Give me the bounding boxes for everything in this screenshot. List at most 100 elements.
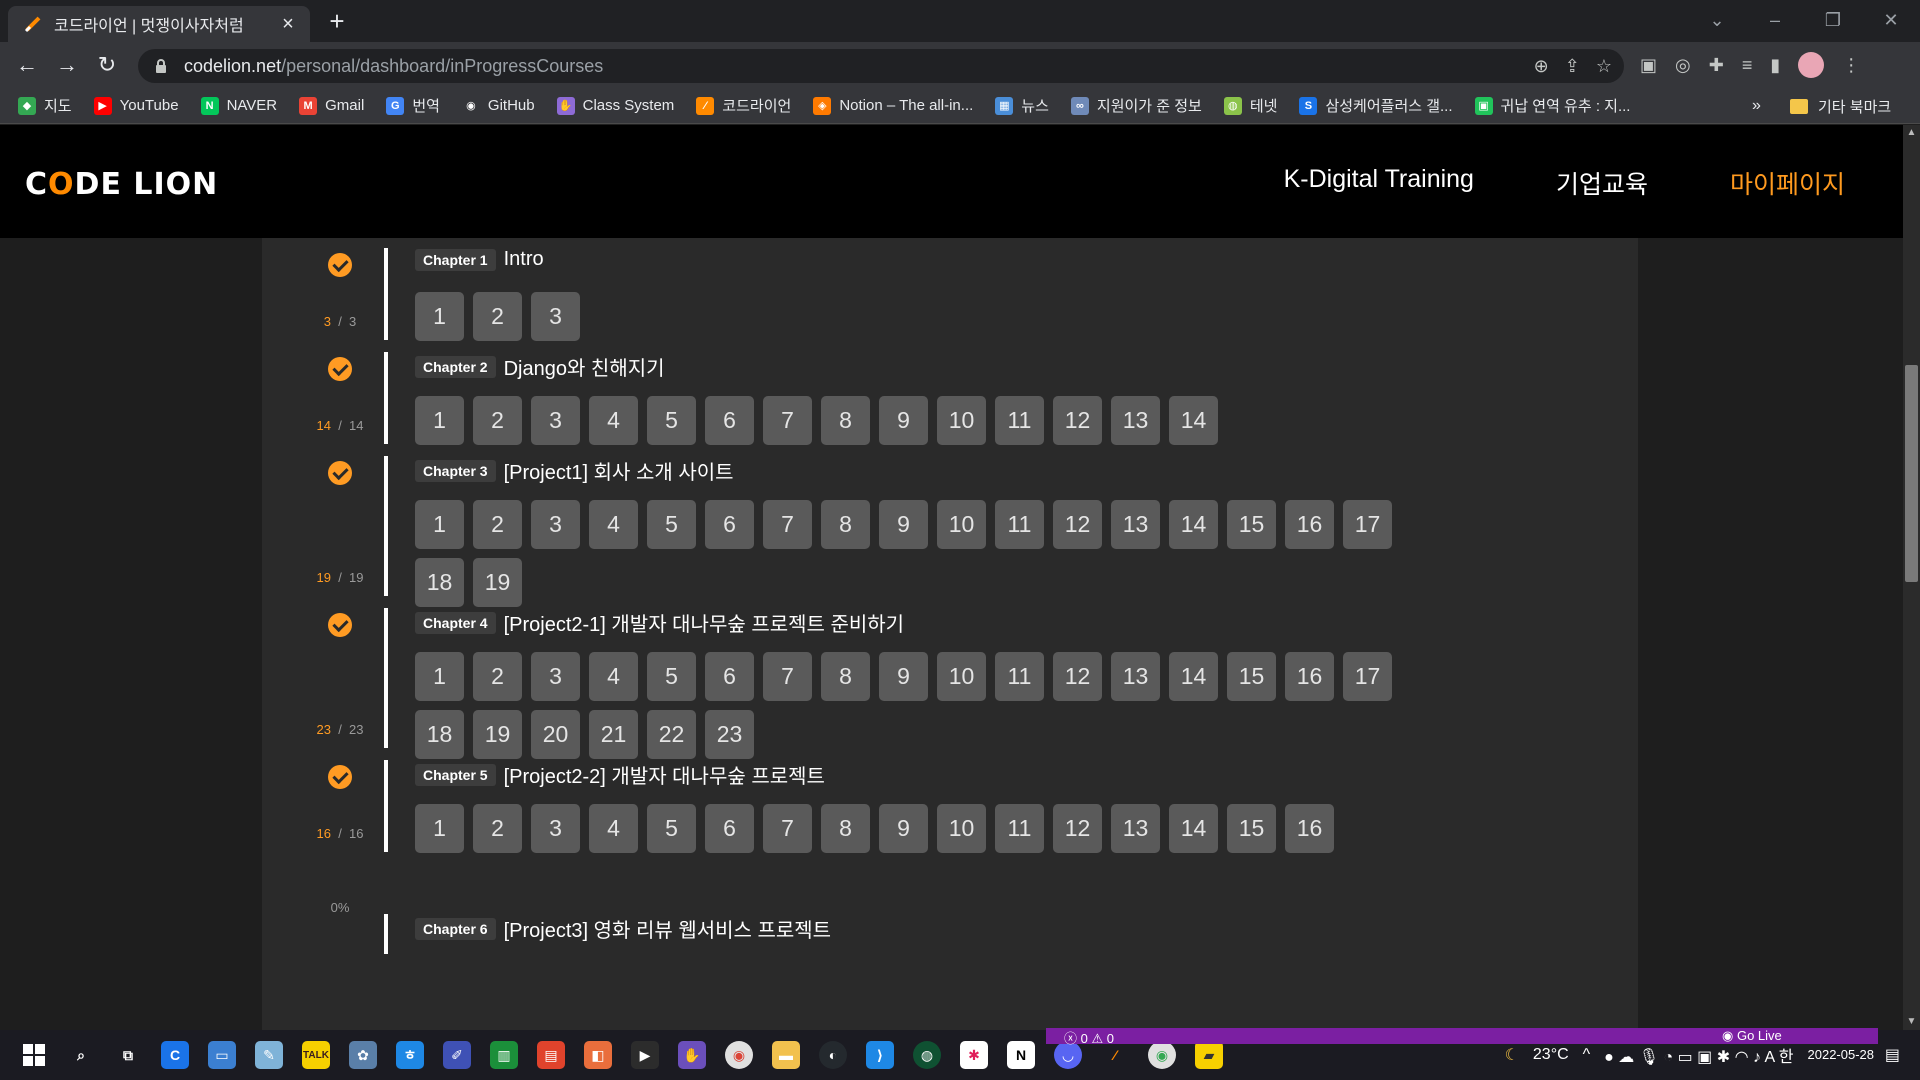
minimize-button[interactable]: –: [1746, 0, 1804, 40]
photo-app-icon[interactable]: ◧: [584, 1041, 612, 1069]
bookmark-item[interactable]: ◉ GitHub: [462, 97, 535, 115]
lesson-button[interactable]: 22: [647, 710, 696, 759]
chapter-title[interactable]: [Project3] 영화 리뷰 웹서비스 프로젝트: [504, 914, 832, 943]
lesson-button[interactable]: 17: [1343, 652, 1392, 701]
scroll-down-icon[interactable]: ▼: [1903, 1014, 1920, 1030]
lesson-button[interactable]: 11: [995, 396, 1044, 445]
bookmark-star-icon[interactable]: ☆: [1596, 56, 1612, 77]
lesson-button[interactable]: 9: [879, 500, 928, 549]
bookmark-item[interactable]: ▣ 귀납 연역 유추 : 지...: [1474, 95, 1630, 116]
lesson-button[interactable]: 18: [415, 710, 464, 759]
weather-icon[interactable]: ☾: [1505, 1045, 1519, 1065]
lesson-button[interactable]: 2: [473, 396, 522, 445]
app-c-icon[interactable]: C: [161, 1041, 189, 1069]
lesson-button[interactable]: 4: [589, 396, 638, 445]
codelion-logo[interactable]: CODE LION: [25, 167, 218, 202]
chapter-title[interactable]: [Project2-1] 개발자 대나무숲 프로젝트 준비하기: [504, 608, 905, 637]
lesson-button[interactable]: 14: [1169, 804, 1218, 853]
back-button[interactable]: ←: [12, 50, 42, 80]
file-explorer-icon[interactable]: ▬: [772, 1041, 800, 1069]
lesson-button[interactable]: 8: [821, 500, 870, 549]
chrome-icon[interactable]: ◉: [725, 1041, 753, 1069]
lesson-button[interactable]: 19: [473, 558, 522, 607]
bookmark-item[interactable]: ▶ YouTube: [93, 96, 179, 115]
scrollbar-thumb[interactable]: [1905, 365, 1918, 582]
chapter-title[interactable]: Django와 친해지기: [504, 352, 665, 381]
lesson-button[interactable]: 11: [995, 500, 1044, 549]
media-extension-icon[interactable]: ▣: [1640, 55, 1657, 76]
reading-list-icon[interactable]: ≡: [1742, 55, 1753, 76]
browser-tab-active[interactable]: 코드라이언 | 멋쟁이사자처럼 ×: [8, 6, 310, 42]
browser-menu-icon[interactable]: ⋮: [1842, 55, 1860, 76]
lesson-button[interactable]: 13: [1111, 652, 1160, 701]
scroll-up-icon[interactable]: ▲: [1903, 125, 1920, 141]
nav-link[interactable]: K-Digital Training: [1284, 165, 1474, 201]
lesson-button[interactable]: 18: [415, 558, 464, 607]
lesson-button[interactable]: 4: [589, 804, 638, 853]
clock-date[interactable]: 2022-05-28: [1808, 1047, 1875, 1063]
lesson-button[interactable]: 12: [1053, 804, 1102, 853]
lesson-button[interactable]: 23: [705, 710, 754, 759]
search-icon[interactable]: ⌕: [67, 1041, 95, 1069]
weather-temp[interactable]: 23°C: [1533, 1046, 1569, 1064]
nav-link[interactable]: 기업교육: [1556, 165, 1648, 201]
lesson-button[interactable]: 2: [473, 804, 522, 853]
lesson-button[interactable]: 9: [879, 396, 928, 445]
lesson-button[interactable]: 1: [415, 652, 464, 701]
spreadsheet-icon[interactable]: ▥: [490, 1041, 518, 1069]
lesson-button[interactable]: 16: [1285, 652, 1334, 701]
lesson-button[interactable]: 14: [1169, 652, 1218, 701]
bookmark-item[interactable]: ⁄ 코드라이언: [696, 95, 791, 116]
notification-icon[interactable]: ▤: [1885, 1045, 1900, 1065]
close-window-button[interactable]: ✕: [1862, 0, 1920, 40]
lesson-button[interactable]: 5: [647, 804, 696, 853]
share-icon[interactable]: ⇪: [1565, 56, 1580, 77]
notepad-icon[interactable]: ✐: [443, 1041, 471, 1069]
lesson-button[interactable]: 12: [1053, 396, 1102, 445]
tray-status-icons[interactable]: ● ☁ 🎙 ◔ ▭ ▣ ✱ ◠ ♪ A 한: [1604, 1043, 1793, 1067]
lesson-button[interactable]: 3: [531, 292, 580, 341]
lesson-button[interactable]: 9: [879, 652, 928, 701]
app-green-icon[interactable]: ◍: [913, 1041, 941, 1069]
bookmark-item[interactable]: ◍ 테넷: [1223, 95, 1277, 116]
lesson-button[interactable]: 16: [1285, 804, 1334, 853]
lesson-button[interactable]: 1: [415, 396, 464, 445]
lesson-button[interactable]: 1: [415, 804, 464, 853]
lesson-button[interactable]: 7: [763, 652, 812, 701]
new-tab-button[interactable]: +: [322, 6, 352, 36]
bookmark-item[interactable]: ∞ 지원이가 준 정보: [1070, 95, 1202, 116]
paint-icon[interactable]: ✿: [349, 1041, 377, 1069]
vscode-icon[interactable]: ⟩: [866, 1041, 894, 1069]
lesson-button[interactable]: 8: [821, 804, 870, 853]
lesson-button[interactable]: 21: [589, 710, 638, 759]
lesson-button[interactable]: 20: [531, 710, 580, 759]
lesson-button[interactable]: 12: [1053, 500, 1102, 549]
lesson-button[interactable]: 5: [647, 396, 696, 445]
chapter-title[interactable]: Intro: [504, 248, 544, 271]
bookmark-item[interactable]: ◆ 지도: [18, 95, 72, 116]
tab-search-icon[interactable]: ⌄: [1688, 0, 1746, 40]
lesson-button[interactable]: 6: [705, 804, 754, 853]
tray-overflow-icon[interactable]: ^: [1583, 1046, 1591, 1064]
lesson-button[interactable]: 13: [1111, 500, 1160, 549]
profile-avatar[interactable]: [1798, 52, 1825, 78]
lesson-button[interactable]: 8: [821, 396, 870, 445]
lesson-button[interactable]: 11: [995, 804, 1044, 853]
lesson-button[interactable]: 1: [415, 292, 464, 341]
reload-button[interactable]: ↻: [92, 50, 122, 80]
extension-k-icon[interactable]: ◎: [1675, 55, 1691, 76]
slack-icon[interactable]: ✱: [960, 1041, 988, 1069]
lesson-button[interactable]: 10: [937, 396, 986, 445]
chrome-profile-icon[interactable]: ◉: [1148, 1041, 1176, 1069]
sticky-notes-icon[interactable]: ▰: [1195, 1041, 1223, 1069]
zoom-icon[interactable]: ⊕: [1534, 56, 1549, 77]
lesson-button[interactable]: 6: [705, 500, 754, 549]
lesson-button[interactable]: 1: [415, 500, 464, 549]
bookmark-item[interactable]: G 번역: [386, 95, 440, 116]
notion-icon[interactable]: N: [1007, 1041, 1035, 1069]
task-view-icon[interactable]: ⧉: [114, 1041, 142, 1069]
github-desktop-icon[interactable]: ◐: [819, 1041, 847, 1069]
nav-link[interactable]: 마이페이지: [1730, 165, 1845, 201]
lesson-button[interactable]: 4: [589, 652, 638, 701]
lesson-button[interactable]: 8: [821, 652, 870, 701]
